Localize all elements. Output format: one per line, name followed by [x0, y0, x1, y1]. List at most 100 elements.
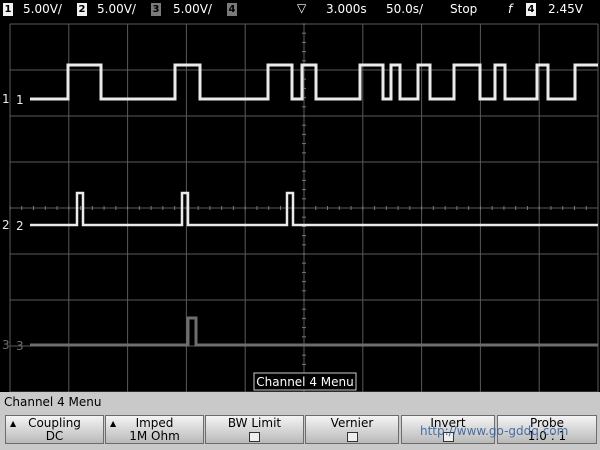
ch3-scale: 5.00V/ [173, 2, 212, 16]
grid-tick [302, 336, 306, 338]
grid-tick [302, 198, 306, 200]
grid-tick [444, 206, 446, 210]
grid-tick [174, 206, 176, 210]
grid-tick [302, 161, 306, 163]
grid-tick [491, 206, 493, 210]
time-scale: 50.0s/ [386, 2, 424, 16]
ch3-indicator[interactable]: 3 [151, 3, 161, 16]
grid-tick [302, 143, 306, 145]
grid-tick [302, 170, 306, 172]
grid-tick [302, 106, 306, 108]
vernier-checkbox[interactable] [346, 432, 358, 442]
bw-limit-label: BW Limit [227, 416, 282, 430]
rotate-knob-icon: ▲ [10, 419, 17, 428]
grid-tick [302, 23, 306, 25]
grid-tick [302, 308, 306, 310]
ch2-label: 2 [16, 219, 24, 233]
ch2-trace [30, 191, 598, 227]
grid-tick [302, 317, 306, 319]
grid-tick [302, 235, 306, 237]
trigger-edge-icon: f [508, 2, 513, 16]
grid-tick [302, 281, 306, 283]
waveform-display: 1 1 2 2 3 3 Channel 4 Menu [2, 23, 599, 393]
grid-tick [456, 206, 458, 210]
grid-tick [244, 206, 246, 210]
rotate-knob-icon: ▲ [110, 419, 117, 428]
grid-tick [279, 206, 281, 210]
grid-tick [338, 206, 340, 210]
grid-tick [302, 32, 306, 34]
imped-button[interactable]: ▲ Imped 1M Ohm [105, 415, 204, 444]
grid-tick [538, 206, 540, 210]
grid-tick [573, 206, 575, 210]
trigger-level: 2.45V [548, 2, 583, 16]
ch1-indicator[interactable]: 1 [3, 3, 13, 16]
watermark: http://www.go-gddq.com [420, 424, 569, 438]
grid-tick [232, 206, 234, 210]
menu-title: Channel 4 Menu [4, 395, 102, 409]
grid-tick [362, 206, 364, 210]
ch3-ground-marker[interactable]: 3 [2, 338, 10, 352]
ch4-indicator[interactable]: 4 [227, 3, 237, 16]
ch2-scale: 5.00V/ [97, 2, 136, 16]
grid-tick [302, 299, 306, 301]
grid-tick [302, 189, 306, 191]
grid-tick [585, 206, 587, 210]
grid-tick [197, 206, 199, 210]
grid-tick [432, 206, 434, 210]
grid-tick [115, 206, 117, 210]
grid-tick [21, 206, 23, 210]
grid-tick [479, 206, 481, 210]
grid-tick [302, 41, 306, 43]
trigger-source: 4 [526, 3, 536, 16]
time-position: 3.000s [326, 2, 367, 16]
grid-tick [302, 179, 306, 181]
channel-menu-popup-label: Channel 4 Menu [256, 375, 353, 389]
grid-tick [91, 206, 93, 210]
grid-tick [503, 206, 505, 210]
grid-tick [221, 206, 223, 210]
trigger-position-icon: ▽ [297, 1, 307, 15]
ch3-label: 3 [16, 339, 24, 353]
grid-tick [350, 206, 352, 210]
grid-tick [44, 206, 46, 210]
ch2-ground-marker[interactable]: 2 [2, 218, 10, 232]
bw-limit-checkbox[interactable] [249, 432, 260, 442]
graticule-ticks [9, 23, 587, 384]
grid-tick [302, 51, 306, 53]
ch2-indicator[interactable]: 2 [77, 3, 87, 16]
vernier-button[interactable]: Vernier [305, 415, 399, 444]
grid-tick [526, 206, 528, 210]
grid-tick [302, 262, 306, 264]
grid-tick [302, 290, 306, 292]
grid-tick [302, 363, 306, 365]
ch1-label: 1 [16, 93, 24, 107]
grid-tick [162, 206, 164, 210]
vernier-label: Vernier [330, 416, 374, 430]
grid-tick [9, 206, 11, 210]
grid-tick [550, 206, 552, 210]
grid-tick [421, 206, 423, 210]
grid-tick [302, 271, 306, 273]
grid-tick [150, 206, 152, 210]
grid-tick [302, 244, 306, 246]
softkey-menu: Channel 4 Menu ▲ Coupling DC ▲ Imped 1M … [0, 392, 600, 450]
ch1-ground-marker[interactable]: 1 [2, 92, 10, 106]
grid-tick [209, 206, 211, 210]
grid-tick [302, 354, 306, 356]
grid-tick [302, 207, 306, 209]
grid-tick [56, 206, 58, 210]
grid-tick [103, 206, 105, 210]
ch1-scale: 5.00V/ [23, 2, 62, 16]
grid-tick [409, 206, 411, 210]
grid-tick [268, 206, 270, 210]
grid-tick [397, 206, 399, 210]
ch3-trace [30, 316, 598, 347]
coupling-value: DC [45, 429, 64, 443]
status-bar: 1 5.00V/ 2 5.00V/ 3 5.00V/ 4 ▽ 3.000s 50… [0, 0, 600, 20]
grid-tick [468, 206, 470, 210]
bw-limit-button[interactable]: BW Limit [205, 415, 304, 444]
grid-tick [374, 206, 376, 210]
grid-tick [302, 327, 306, 329]
coupling-button[interactable]: ▲ Coupling DC [5, 415, 104, 444]
